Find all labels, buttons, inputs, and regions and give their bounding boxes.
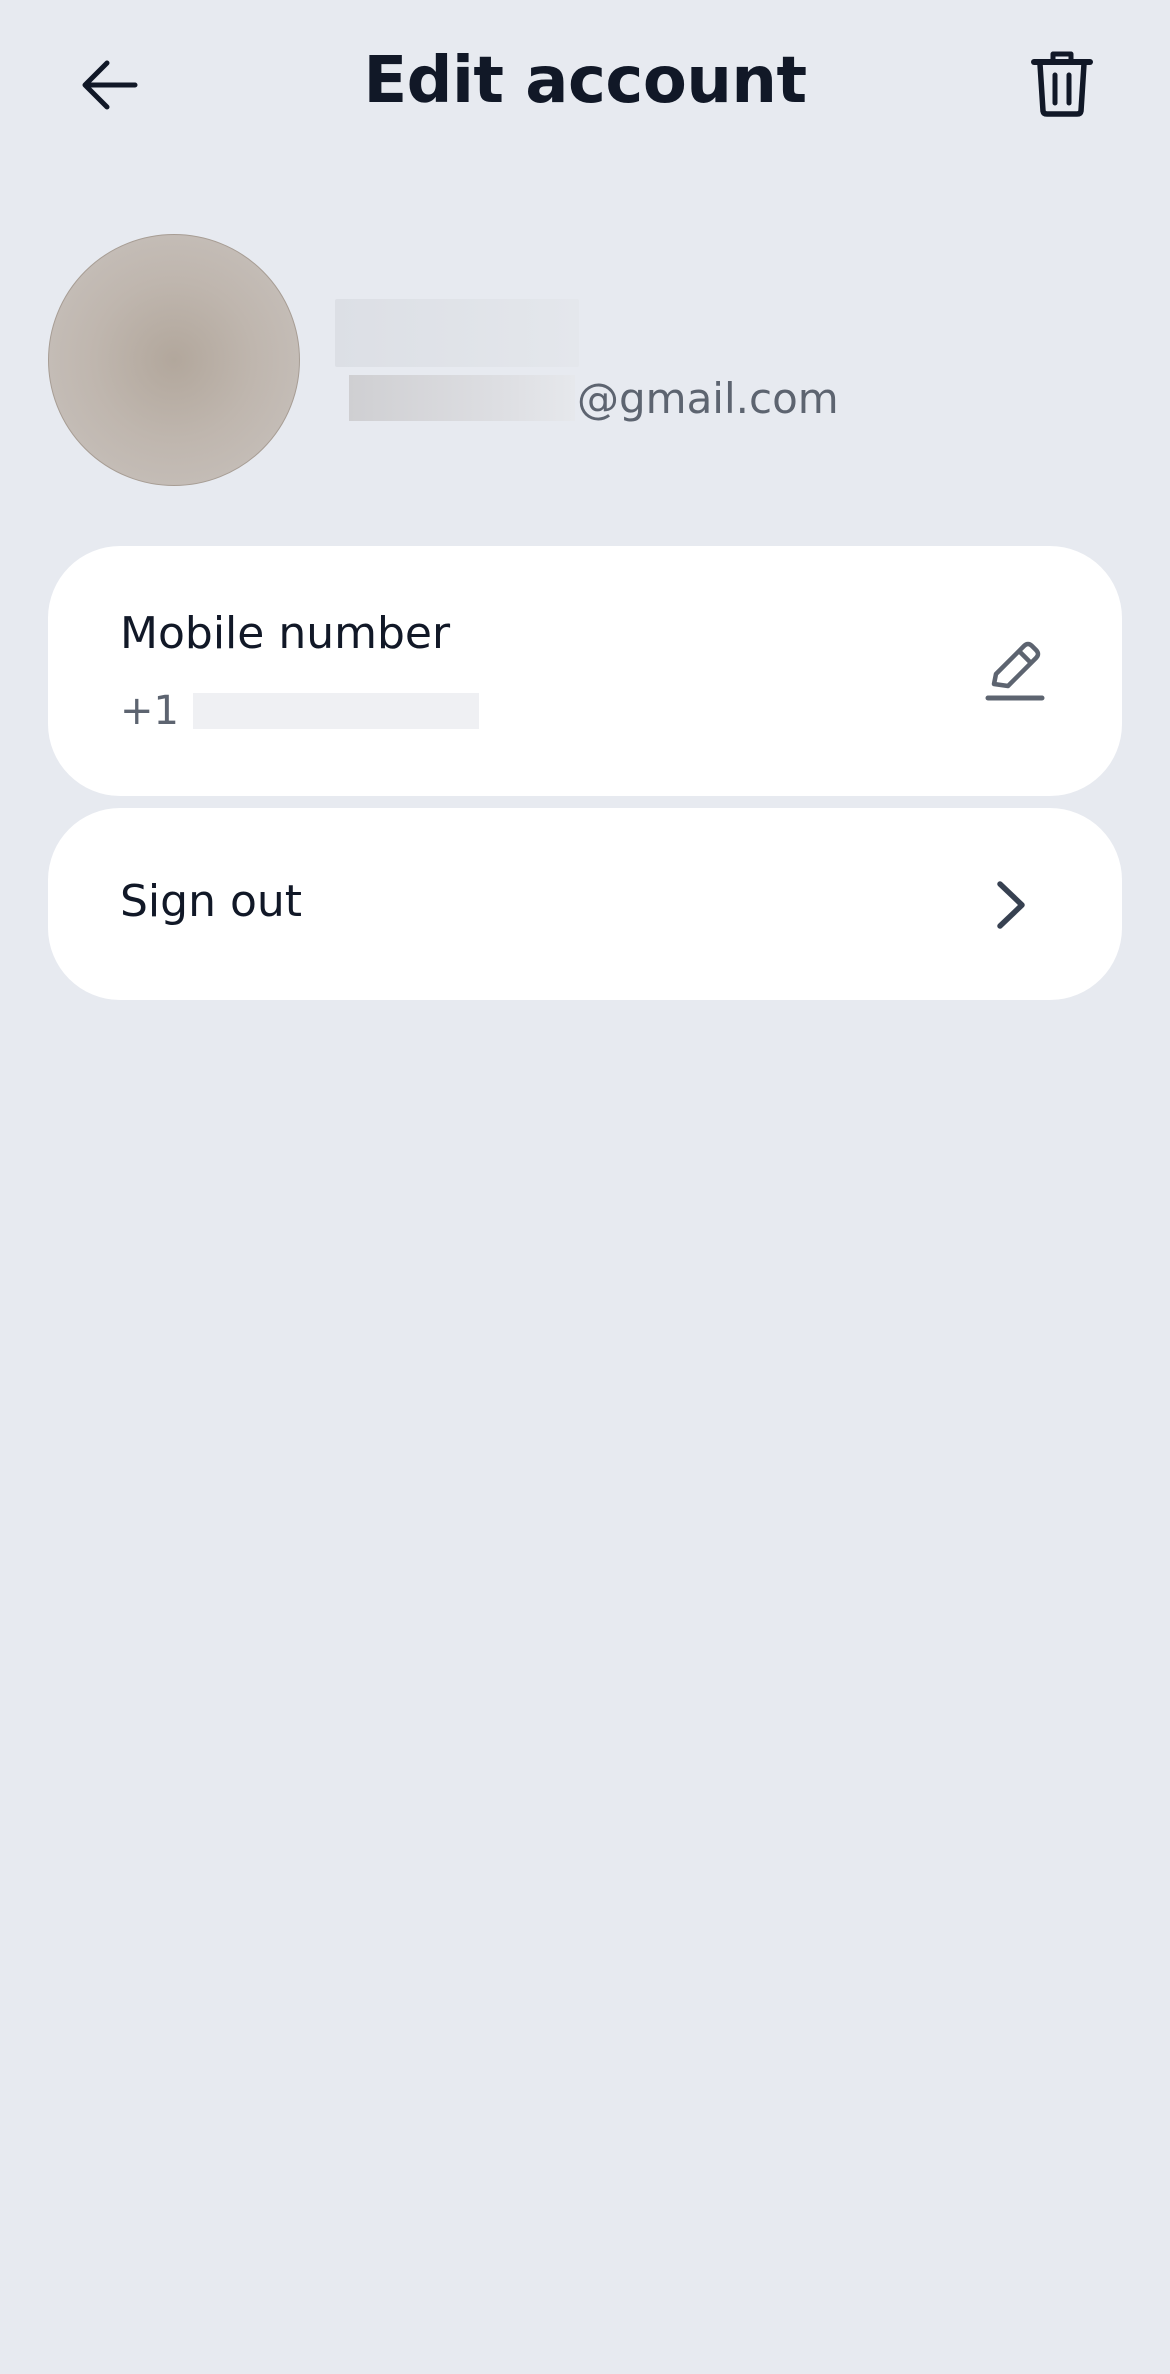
country-code: +1 <box>120 688 179 734</box>
email-user-redacted <box>349 375 575 421</box>
phone-number-redacted <box>192 693 479 729</box>
top-bar: Edit account <box>0 0 1170 170</box>
mobile-number-value: +1 <box>120 686 479 736</box>
sign-out-label: Sign out <box>120 876 303 927</box>
account-name-redacted <box>335 299 579 367</box>
mobile-number-label: Mobile number <box>120 608 451 659</box>
chevron-right-icon <box>997 881 1025 929</box>
sign-out-button[interactable]: Sign out <box>48 808 1122 1000</box>
email-domain: @gmail.com <box>577 373 839 423</box>
profile-section: @gmail.com <box>48 234 1122 488</box>
account-email: @gmail.com <box>349 368 839 428</box>
avatar[interactable] <box>48 234 300 486</box>
mobile-number-card[interactable]: Mobile number +1 <box>48 546 1122 796</box>
pencil-icon[interactable] <box>980 636 1050 706</box>
trash-icon <box>1031 51 1093 117</box>
page-title: Edit account <box>363 44 807 118</box>
delete-account-button[interactable] <box>1022 44 1102 124</box>
